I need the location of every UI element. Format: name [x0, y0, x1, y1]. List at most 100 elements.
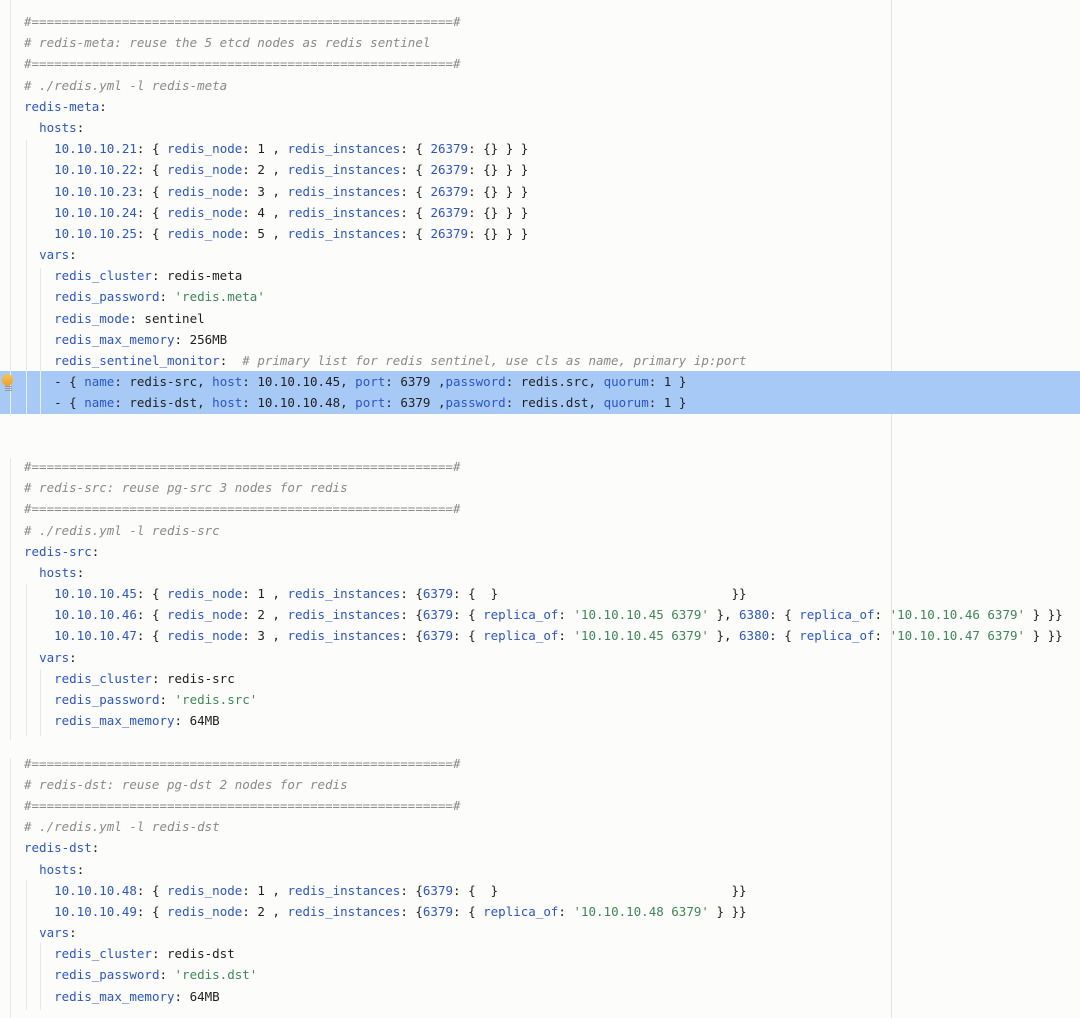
code-line[interactable]: redis-meta: [24, 96, 1080, 117]
yaml-text: : { [400, 205, 430, 220]
yaml-text: } }} [1025, 607, 1063, 622]
code-line[interactable]: redis_cluster: redis-src [24, 668, 1080, 689]
yaml-text [24, 946, 54, 961]
code-line[interactable]: # redis-meta: reuse the 5 etcd nodes as … [24, 32, 1080, 53]
code-line[interactable] [24, 731, 1080, 752]
code-line[interactable]: #=======================================… [24, 11, 1080, 32]
yaml-text: : 5 , [242, 226, 287, 241]
yaml-text [24, 311, 54, 326]
code-line[interactable]: #=======================================… [24, 753, 1080, 774]
yaml-key: quorum [604, 374, 649, 389]
code-line[interactable]: hosts: [24, 117, 1080, 138]
code-line[interactable]: redis_cluster: redis-meta [24, 265, 1080, 286]
code-line[interactable]: 10.10.10.24: { redis_node: 4 , redis_ins… [24, 202, 1080, 223]
yaml-key: vars [39, 925, 69, 940]
yaml-string: '10.10.10.48 6379' [573, 904, 708, 919]
code-line[interactable]: vars: [24, 922, 1080, 943]
yaml-text: : { } }} [453, 883, 747, 898]
yaml-text: : [92, 544, 100, 559]
comment-text: # primary list for redis sentinel, use c… [242, 353, 746, 368]
yaml-string: '10.10.10.46 6379' [890, 607, 1025, 622]
comment-text: #=======================================… [24, 501, 461, 516]
yaml-key: redis-src [24, 544, 92, 559]
yaml-key: 6379 [423, 586, 453, 601]
yaml-key: redis_cluster [54, 671, 152, 686]
code-line[interactable]: 10.10.10.46: { redis_node: 2 , redis_ins… [24, 604, 1080, 625]
code-line[interactable]: #=======================================… [24, 456, 1080, 477]
yaml-text: : { [769, 628, 799, 643]
yaml-key: name [84, 374, 114, 389]
code-line[interactable]: - { name: redis-src, host: 10.10.10.45, … [24, 371, 1080, 392]
comment-text: # redis-dst: reuse pg-dst 2 nodes for re… [24, 777, 348, 792]
yaml-text [24, 184, 54, 199]
code-line[interactable]: redis_max_memory: 64MB [24, 710, 1080, 731]
yaml-text [24, 247, 39, 262]
comment-text: #=======================================… [24, 798, 461, 813]
yaml-text [24, 713, 54, 728]
yaml-text: - { [24, 374, 84, 389]
yaml-text: : [69, 925, 77, 940]
code-line[interactable]: redis_cluster: redis-dst [24, 943, 1080, 964]
yaml-key: redis_node [167, 904, 242, 919]
yaml-text: : { [400, 226, 430, 241]
yaml-text [24, 205, 54, 220]
code-line[interactable]: 10.10.10.21: { redis_node: 1 , redis_ins… [24, 138, 1080, 159]
code-line[interactable]: 10.10.10.48: { redis_node: 1 , redis_ins… [24, 880, 1080, 901]
code-line[interactable]: # ./redis.yml -l redis-dst [24, 816, 1080, 837]
code-line[interactable]: redis-dst: [24, 837, 1080, 858]
code-line[interactable]: redis_password: 'redis.meta' [24, 286, 1080, 307]
yaml-text: : [558, 628, 573, 643]
yaml-text [24, 628, 54, 643]
code-line[interactable]: redis_password: 'redis.dst' [24, 964, 1080, 985]
code-line[interactable] [24, 435, 1080, 456]
yaml-text: : { [137, 205, 167, 220]
yaml-text: : { [400, 883, 423, 898]
code-line[interactable]: redis_max_memory: 256MB [24, 329, 1080, 350]
code-line[interactable]: 10.10.10.23: { redis_node: 3 , redis_ins… [24, 181, 1080, 202]
code-line[interactable]: 10.10.10.49: { redis_node: 2 , redis_ins… [24, 901, 1080, 922]
code-line[interactable]: redis_max_memory: 64MB [24, 986, 1080, 1007]
yaml-text: : { [400, 141, 430, 156]
code-line[interactable]: redis_password: 'redis.src' [24, 689, 1080, 710]
code-line[interactable]: #=======================================… [24, 53, 1080, 74]
code-line[interactable]: hosts: [24, 562, 1080, 583]
code-line[interactable]: 10.10.10.47: { redis_node: 3 , redis_ins… [24, 625, 1080, 646]
code-line[interactable]: vars: [24, 647, 1080, 668]
code-line[interactable] [24, 414, 1080, 435]
yaml-text: : { [137, 883, 167, 898]
code-line[interactable]: # redis-dst: reuse pg-dst 2 nodes for re… [24, 774, 1080, 795]
code-line[interactable]: #=======================================… [24, 498, 1080, 519]
code-line[interactable]: - { name: redis-dst, host: 10.10.10.48, … [24, 392, 1080, 413]
yaml-text [24, 904, 54, 919]
code-line[interactable]: #=======================================… [24, 795, 1080, 816]
yaml-text [24, 162, 54, 177]
yaml-text: : { [769, 607, 799, 622]
code-line[interactable]: # ./redis.yml -l redis-meta [24, 75, 1080, 96]
yaml-text: : redis-dst [152, 946, 235, 961]
yaml-text [24, 120, 39, 135]
yaml-text: : { [453, 628, 483, 643]
code-area[interactable]: #=======================================… [0, 0, 1080, 1007]
code-line[interactable]: # ./redis.yml -l redis-src [24, 520, 1080, 541]
code-line[interactable]: 10.10.10.45: { redis_node: 1 , redis_ins… [24, 583, 1080, 604]
code-editor[interactable]: #=======================================… [0, 0, 1080, 1018]
code-line[interactable]: redis-src: [24, 541, 1080, 562]
yaml-text: : [159, 967, 174, 982]
yaml-text: : 2 , [242, 607, 287, 622]
comment-text: # redis-meta: reuse the 5 etcd nodes as … [24, 35, 430, 50]
yaml-text: : [558, 607, 573, 622]
code-line[interactable]: # redis-src: reuse pg-src 3 nodes for re… [24, 477, 1080, 498]
yaml-text: : { [400, 162, 430, 177]
yaml-key: redis_max_memory [54, 332, 174, 347]
yaml-key: redis_instances [287, 628, 400, 643]
yaml-text: : 10.10.10.45, [242, 374, 355, 389]
code-line[interactable]: 10.10.10.22: { redis_node: 2 , redis_ins… [24, 159, 1080, 180]
code-line[interactable]: redis_sentinel_monitor: # primary list f… [24, 350, 1080, 371]
code-line[interactable]: vars: [24, 244, 1080, 265]
yaml-text: : 64MB [175, 989, 220, 1004]
yaml-text: : 1 , [242, 586, 287, 601]
code-line[interactable]: hosts: [24, 859, 1080, 880]
yaml-key: quorum [604, 395, 649, 410]
code-line[interactable]: redis_mode: sentinel [24, 308, 1080, 329]
code-line[interactable]: 10.10.10.25: { redis_node: 5 , redis_ins… [24, 223, 1080, 244]
